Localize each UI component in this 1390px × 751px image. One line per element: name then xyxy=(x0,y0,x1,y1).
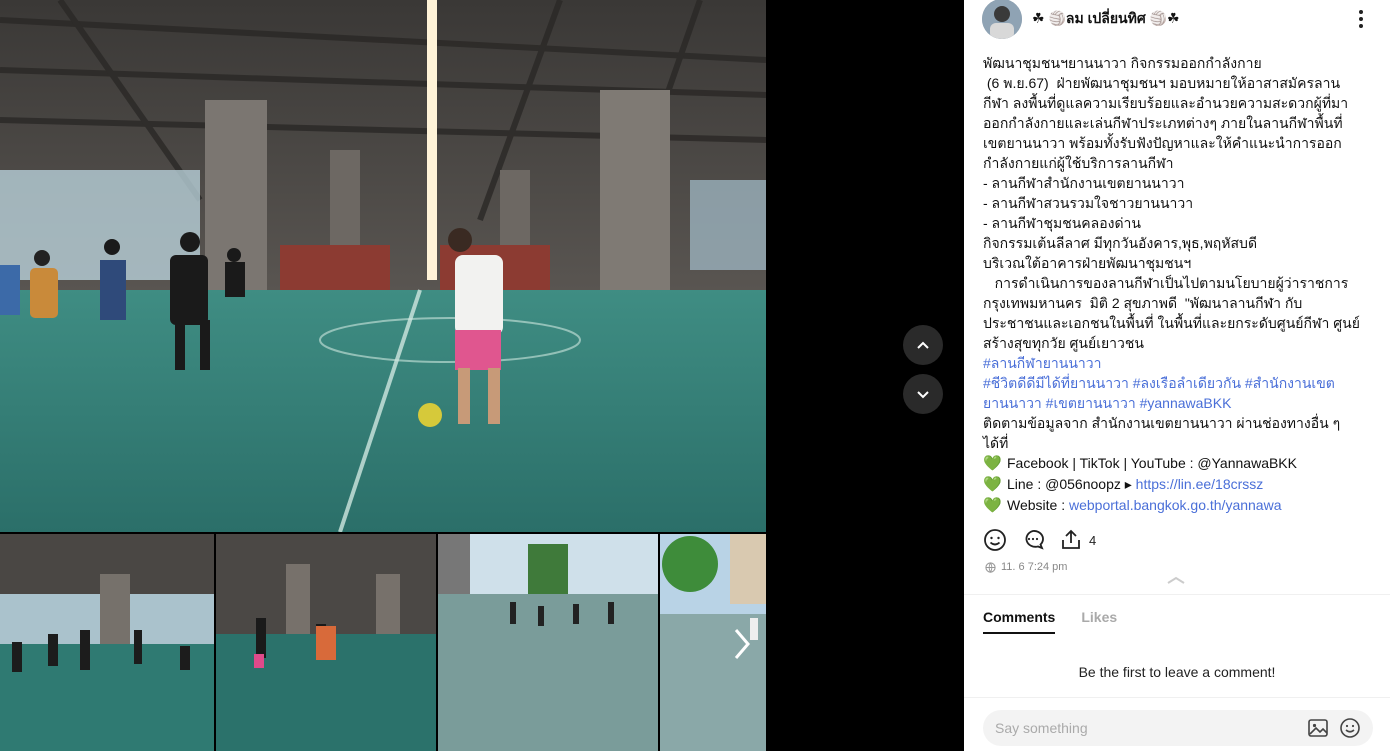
emoji-icon[interactable] xyxy=(1339,717,1361,739)
more-options-button[interactable] xyxy=(1352,8,1370,30)
heart-icon: 💚 xyxy=(983,497,1002,514)
avatar[interactable] xyxy=(982,0,1022,39)
author-name[interactable]: ☘ 🏐ลม เปลี่ยนทิศ 🏐☘ xyxy=(1032,8,1180,30)
tab-likes[interactable]: Likes xyxy=(1081,609,1117,634)
thumbnail-image xyxy=(216,534,436,751)
caption-line: สร้างสุขทุกวัย ศูนย์เยาวชน xyxy=(983,335,1144,351)
post-author[interactable]: ☘ 🏐ลม เปลี่ยนทิศ 🏐☘ xyxy=(982,0,1180,39)
caption-line: เขตยานนาวา พร้อมทั้งรับฟังปัญหาและให้คำแ… xyxy=(983,135,1342,151)
photo-thumbnail[interactable] xyxy=(0,534,214,751)
contact-line: 💚 Facebook | TikTok | YouTube : @YannawaB… xyxy=(983,453,1373,474)
tab-comments[interactable]: Comments xyxy=(983,609,1056,634)
caption-line: กีฬา ลงพื้นที่ดูแลความเรียบร้อยและอำนวยค… xyxy=(983,95,1349,111)
caption-line: กิจกรรมเต้นลีลาศ มีทุกวันอังคาร,พุธ,พฤหั… xyxy=(983,235,1258,251)
contact-text: Website : xyxy=(1007,497,1069,513)
comment-tabs: Comments Likes xyxy=(983,609,1117,634)
contact-line: 💚 Website : webportal.bangkok.go.th/yanna… xyxy=(983,495,1373,516)
thumbnail-image xyxy=(438,534,658,751)
photo-thumbnail[interactable] xyxy=(660,534,766,751)
avatar-image xyxy=(982,0,1022,39)
divider xyxy=(964,697,1390,698)
comment-input[interactable] xyxy=(995,720,1297,736)
previous-photo-button[interactable] xyxy=(903,325,943,365)
caption-line: (6 พ.ย.67) ฝ่ายพัฒนาชุมชนฯ มอบหมายให้อาส… xyxy=(983,75,1341,91)
line-link[interactable]: https://lin.ee/18crssz xyxy=(1136,476,1264,492)
chevron-up-icon xyxy=(917,341,929,349)
contact-text: Facebook | TikTok | YouTube : @YannawaBK… xyxy=(1007,455,1297,471)
photo-thumbnail[interactable] xyxy=(216,534,436,751)
share-icon[interactable] xyxy=(1059,528,1083,552)
caption-line: การดำเนินการของลานกีฬาเป็นไปตามนโยบายผู้… xyxy=(983,275,1349,291)
image-icon[interactable] xyxy=(1307,717,1329,739)
hashtag-line[interactable]: #ชีวิตดีดีมีได้ที่ยานนาวา #ลงเรือลำเดียว… xyxy=(983,373,1373,393)
caption-line: ได้ที่ xyxy=(983,435,1009,451)
caption-line: ออกกำลังกายและเล่นกีฬาประเภทต่างๆ ภายในล… xyxy=(983,115,1343,131)
globe-icon xyxy=(985,561,996,573)
contact-line: 💚 Line : @056noopz ▸ https://lin.ee/18crs… xyxy=(983,474,1373,495)
photo-viewer xyxy=(0,0,964,751)
contact-text: Line : @056noopz ▸ xyxy=(1007,476,1136,492)
main-photo-image xyxy=(0,0,766,532)
post-timestamp: 11. 6 7:24 pm xyxy=(985,561,1067,573)
caption-line: กรุงเทพมหานคร มิติ 2 สุขภาพดี "พัฒนาลานก… xyxy=(983,295,1303,311)
post-actions: 4 xyxy=(983,527,1096,553)
comment-composer xyxy=(983,710,1373,746)
next-photo-button[interactable] xyxy=(903,374,943,414)
smile-icon[interactable] xyxy=(983,528,1007,552)
caption-line: - ลานกีฬาสวนรวมใจชาวยานนาวา xyxy=(983,195,1194,211)
hashtag-line[interactable]: #ลานกีฬายานนาวา xyxy=(983,353,1373,373)
photo-thumbnail-strip xyxy=(0,534,766,751)
caption-line: ประชาชนและเอกชนในพื้นที่ ในพื้นที่และยกร… xyxy=(983,315,1360,331)
thumbnail-image xyxy=(0,534,214,751)
divider xyxy=(964,594,1390,595)
hashtag-line[interactable]: ยานนาวา #เขตยานนาวา #yannawaBKK xyxy=(983,393,1373,413)
heart-icon: 💚 xyxy=(983,476,1002,493)
caption-line: - ลานกีฬาสำนักงานเขตยานนาวา xyxy=(983,175,1185,191)
caption-line: พัฒนาชุมชนฯยานนาวา กิจกรรมออกกำลังกาย xyxy=(983,55,1262,71)
caption-line: - ลานกีฬาชุมชนคลองด่าน xyxy=(983,215,1141,231)
photo-thumbnail[interactable] xyxy=(438,534,658,751)
chevron-right-icon[interactable] xyxy=(730,626,754,662)
collapse-caption-icon[interactable] xyxy=(1164,574,1188,586)
caption-line: ติดตามข้อมูลจาก สำนักงานเขตยานนาวา ผ่านช… xyxy=(983,415,1341,431)
website-link[interactable]: webportal.bangkok.go.th/yannawa xyxy=(1069,497,1281,513)
more-vertical-icon xyxy=(1359,10,1363,14)
chevron-down-icon xyxy=(917,391,929,399)
caption-line: บริเวณใต้อาคารฝ่ายพัฒนาชุมชนฯ xyxy=(983,255,1192,271)
main-photo[interactable] xyxy=(0,0,766,532)
caption-line: กำลังกายแก่ผู้ใช้บริการลานกีฬา xyxy=(983,155,1174,171)
post-details-panel: ☘ 🏐ลม เปลี่ยนทิศ 🏐☘ พัฒนาชุมชนฯยานนาวา ก… xyxy=(964,0,1390,751)
share-count: 4 xyxy=(1089,532,1097,548)
post-caption: พัฒนาชุมชนฯยานนาวา กิจกรรมออกกำลังกาย (6… xyxy=(983,53,1373,516)
heart-icon: 💚 xyxy=(983,455,1002,472)
comment-icon[interactable] xyxy=(1021,528,1045,552)
timestamp-text: 11. 6 7:24 pm xyxy=(1001,561,1068,573)
empty-comments-message: Be the first to leave a comment! xyxy=(1078,664,1276,680)
